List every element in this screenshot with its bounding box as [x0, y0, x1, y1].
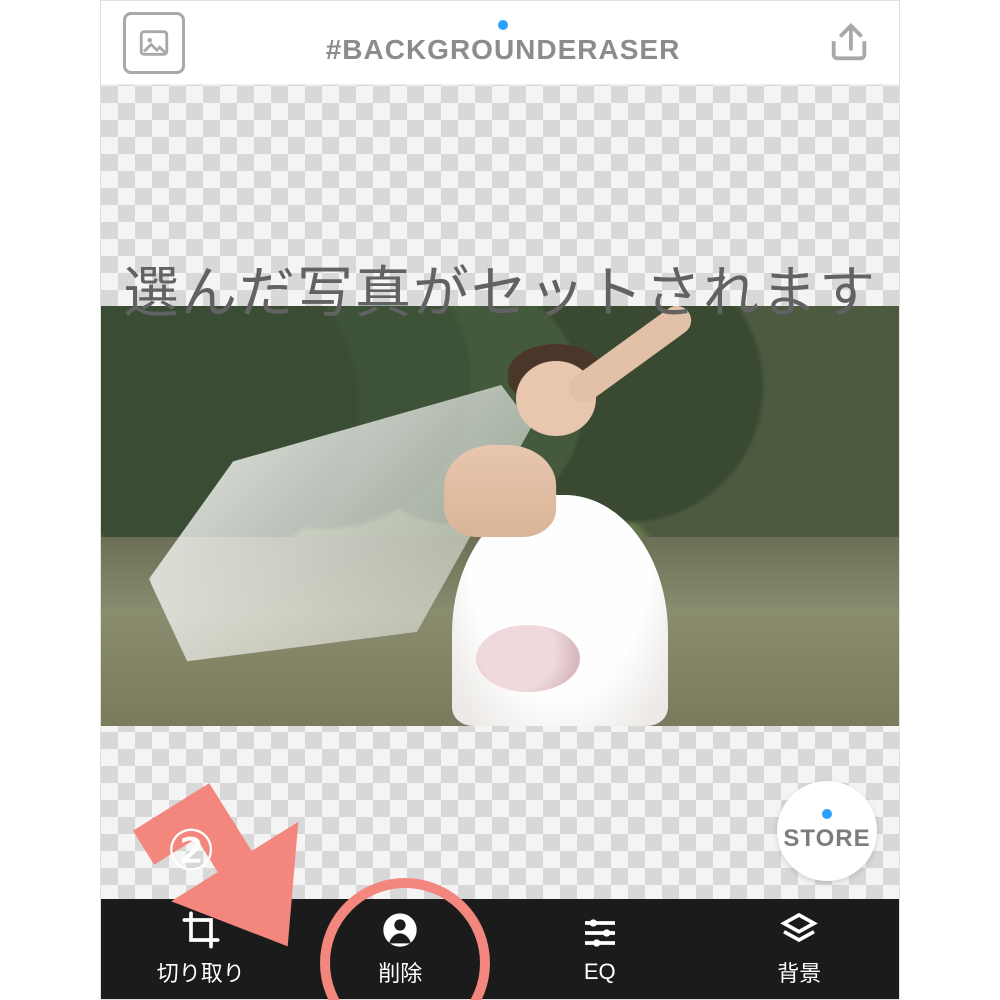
tab-label: 削除	[378, 956, 422, 988]
store-label: STORE	[783, 825, 870, 853]
store-button[interactable]: STORE	[777, 781, 877, 881]
sliders-icon	[580, 913, 620, 953]
image-icon	[137, 26, 171, 60]
tab-label: 切り取り	[157, 956, 245, 988]
app-screen: #BACKGROUNDERASER STORE	[100, 0, 900, 1000]
tab-eq[interactable]: EQ	[500, 899, 700, 999]
loaded-photo[interactable]	[101, 306, 899, 726]
title-area: #BACKGROUNDERASER	[326, 20, 681, 66]
tab-erase[interactable]: 削除	[301, 899, 501, 999]
accent-dot	[498, 20, 508, 30]
photo-bouquet	[476, 625, 580, 692]
annotation-step-number: ②	[166, 818, 216, 884]
tab-label: EQ	[584, 959, 616, 985]
photo-torso	[444, 445, 556, 537]
person-silhouette-icon	[380, 910, 420, 950]
tab-label: 背景	[777, 956, 821, 988]
gallery-button[interactable]	[123, 12, 185, 74]
tab-crop[interactable]: 切り取り	[101, 899, 301, 999]
bottom-toolbar: 切り取り 削除 EQ	[101, 899, 899, 999]
crop-icon	[181, 910, 221, 950]
tab-background[interactable]: 背景	[700, 899, 900, 999]
caption-text: 選んだ写真がセットされます	[0, 248, 1000, 329]
app-title: #BACKGROUNDERASER	[326, 34, 681, 66]
stage: #BACKGROUNDERASER STORE	[0, 0, 1000, 1000]
accent-dot	[822, 809, 832, 819]
share-button[interactable]	[821, 15, 877, 71]
share-icon	[826, 20, 872, 66]
layers-icon	[779, 910, 819, 950]
top-bar: #BACKGROUNDERASER	[101, 1, 899, 85]
